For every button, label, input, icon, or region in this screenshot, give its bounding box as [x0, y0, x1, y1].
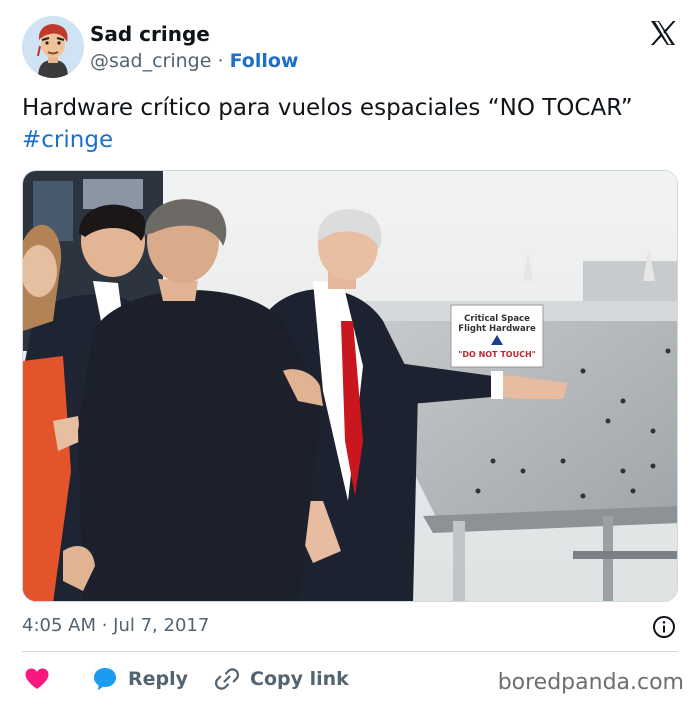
link-icon — [214, 668, 240, 690]
follow-button[interactable]: Follow — [230, 50, 299, 72]
hashtag-link[interactable]: #cringe — [22, 124, 682, 156]
info-icon[interactable] — [652, 615, 676, 639]
copy-link-label: Copy link — [250, 668, 349, 690]
photo-scene: Critical Space Flight Hardware "DO NOT T… — [23, 171, 677, 601]
watermark: boredpanda.com — [497, 670, 684, 695]
post-text: Hardware crítico para vuelos espaciales … — [22, 92, 682, 156]
sign-warning-text: "DO NOT TOUCH" — [458, 350, 536, 359]
like-button[interactable] — [24, 662, 50, 696]
sign-line-2: Flight Hardware — [458, 324, 536, 334]
handle-row: @sad_cringe · Follow — [90, 48, 298, 74]
x-logo-icon[interactable] — [648, 18, 678, 48]
warning-sign: Critical Space Flight Hardware "DO NOT T… — [450, 304, 544, 368]
post-photo[interactable]: Critical Space Flight Hardware "DO NOT T… — [22, 170, 678, 602]
separator-dot: · — [217, 50, 224, 72]
avatar-illustration-icon — [22, 16, 84, 78]
sign-line-1: Critical Space — [464, 314, 530, 324]
divider — [22, 651, 678, 652]
user-info: Sad cringe @sad_cringe · Follow — [90, 22, 298, 74]
display-name[interactable]: Sad cringe — [90, 22, 298, 46]
heart-icon — [25, 668, 49, 689]
avatar[interactable] — [22, 16, 84, 78]
reply-bubble-icon — [94, 668, 116, 691]
post-timestamp[interactable]: 4:05 AM · Jul 7, 2017 — [22, 614, 209, 638]
reply-label: Reply — [128, 668, 189, 690]
post-header: Sad cringe @sad_cringe · Follow — [22, 16, 682, 78]
reply-button[interactable]: Reply — [92, 662, 188, 696]
post-body: Hardware crítico para vuelos espaciales … — [22, 95, 633, 121]
copy-link-button[interactable]: Copy link — [214, 662, 349, 696]
handle[interactable]: @sad_cringe — [90, 50, 211, 72]
